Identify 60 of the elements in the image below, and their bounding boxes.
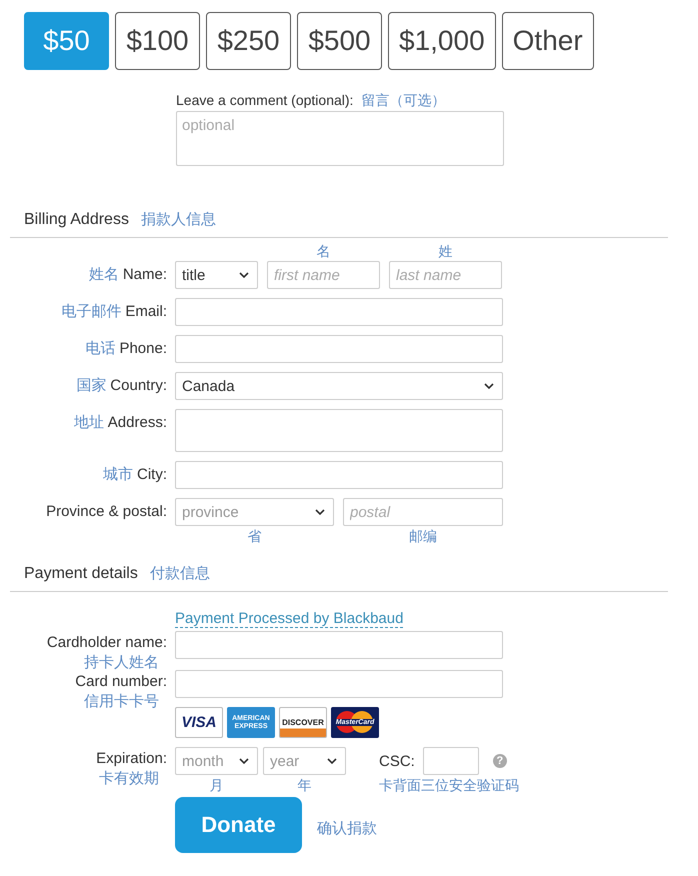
input-field[interactable]: last name xyxy=(389,261,502,289)
comment-label: Leave a comment (optional): xyxy=(176,92,354,110)
input-field[interactable] xyxy=(175,409,503,452)
field-label: Name: xyxy=(122,265,167,285)
field-note: 卡有效期 xyxy=(98,771,159,787)
field-label: Expiration: xyxy=(96,749,167,769)
field-note: 姓名 xyxy=(88,265,119,285)
section-note: 捐款人信息 xyxy=(140,210,216,229)
field-label: Address: xyxy=(108,413,167,433)
chevron-icon xyxy=(327,758,337,764)
chevron-icon xyxy=(484,383,494,389)
field-label: Email: xyxy=(125,302,167,322)
caption: 邮编 xyxy=(408,527,438,546)
input-field[interactable] xyxy=(175,461,503,489)
comment-field[interactable]: optional xyxy=(176,111,504,166)
amount-button[interactable]: $500 xyxy=(297,12,382,70)
select-field[interactable]: Canada xyxy=(175,372,503,400)
caption: 姓 xyxy=(438,242,454,261)
field-label: Cardholder name: xyxy=(46,633,167,653)
amount-button[interactable]: $250 xyxy=(206,12,291,70)
processor-link[interactable]: Payment Processed by Blackbaud xyxy=(175,610,404,628)
section-title: Billing Address xyxy=(24,211,129,229)
caption: 卡背面三位安全验证码 xyxy=(379,776,519,795)
comment-note: 留言（可选） xyxy=(361,92,446,110)
section-note: 付款信息 xyxy=(150,564,210,583)
chevron-icon xyxy=(315,509,325,515)
section-title: Payment details xyxy=(24,565,138,583)
caption: 年 xyxy=(296,776,312,795)
chevron-icon xyxy=(239,758,249,764)
field-label: CSC: xyxy=(379,752,415,770)
field-note: 国家 xyxy=(76,376,106,396)
field-note: 电话 xyxy=(85,339,116,359)
field-label: Country: xyxy=(110,376,167,396)
donate-note: 确认捐款 xyxy=(317,818,377,838)
field-note: 信用卡卡号 xyxy=(83,694,159,710)
select-field[interactable]: title xyxy=(175,261,258,289)
input-field[interactable]: postal xyxy=(343,498,503,526)
input-field[interactable] xyxy=(175,298,503,326)
input-field[interactable] xyxy=(422,747,479,775)
input-field[interactable] xyxy=(175,670,503,698)
field-label: Province & postal: xyxy=(46,502,167,522)
card-logo: DISCOVER xyxy=(279,707,327,738)
caption: 省 xyxy=(246,527,262,546)
input-field[interactable] xyxy=(175,631,503,659)
caption: 月 xyxy=(208,776,224,795)
field-note: 持卡人姓名 xyxy=(83,655,159,671)
input-field[interactable]: first name xyxy=(267,261,380,289)
caption: 名 xyxy=(316,242,332,261)
amount-button[interactable]: $100 xyxy=(115,12,200,70)
field-label: Phone: xyxy=(119,339,167,359)
amount-button[interactable]: $1,000 xyxy=(388,12,496,70)
field-label: City: xyxy=(137,465,167,485)
field-note: 电子邮件 xyxy=(61,302,122,322)
card-logo: VISA xyxy=(175,707,223,738)
input-field[interactable] xyxy=(175,335,503,363)
chevron-icon xyxy=(239,272,249,278)
field-note: 地址 xyxy=(74,413,104,433)
field-note: 城市 xyxy=(103,465,133,485)
field-label: Card number: xyxy=(75,672,167,692)
amount-button[interactable]: Other xyxy=(502,12,594,70)
